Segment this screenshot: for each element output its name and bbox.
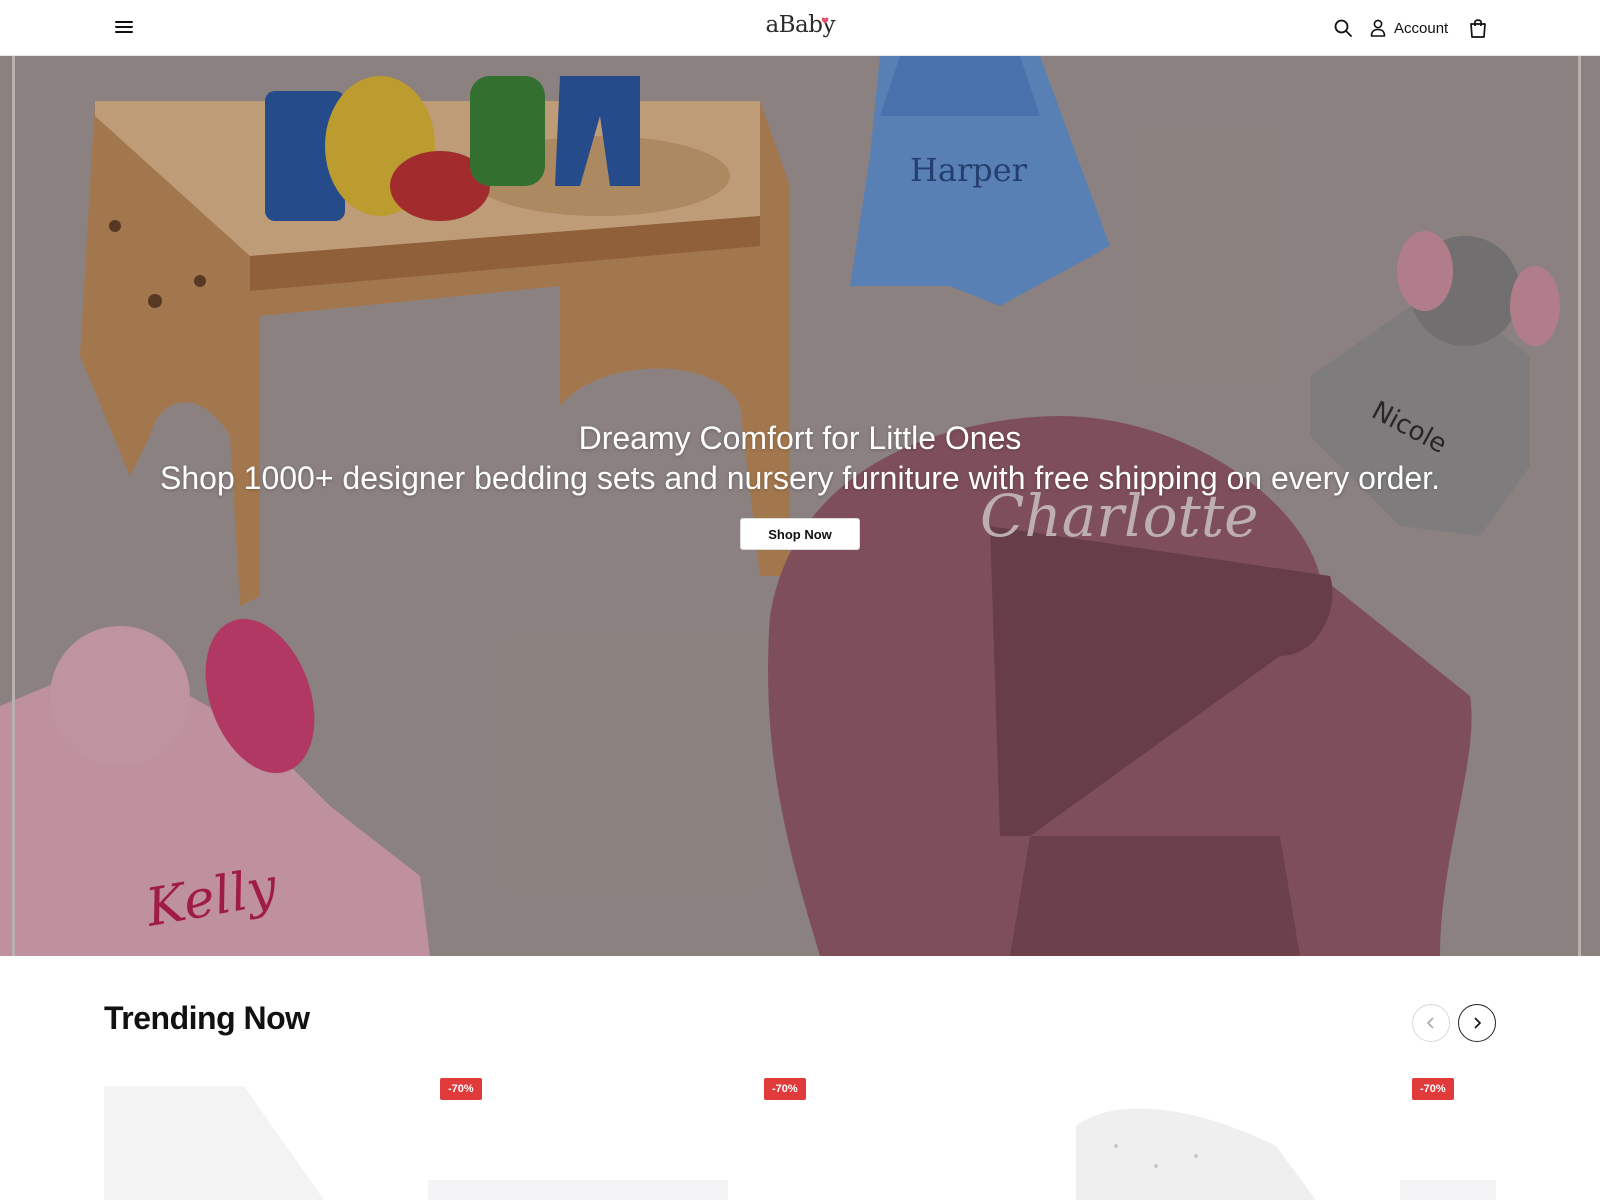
product-card[interactable]	[1076, 1066, 1376, 1200]
carousel-prev-button[interactable]	[1412, 1004, 1450, 1042]
account-link[interactable]: Account	[1370, 16, 1448, 40]
site-logo: aBaby♥	[0, 12, 1600, 38]
account-label: Account	[1394, 19, 1449, 37]
product-image	[1076, 1108, 1316, 1200]
product-card[interactable]	[104, 1066, 404, 1200]
chevron-right-icon	[1474, 1017, 1482, 1029]
product-card[interactable]: -70%	[752, 1066, 1052, 1200]
hero-title: Dreamy Comfort for Little Ones	[578, 420, 1022, 456]
shop-now-button[interactable]: Shop Now	[740, 518, 860, 550]
discount-badge: -70%	[764, 1078, 806, 1100]
discount-badge: -70%	[440, 1078, 482, 1100]
user-icon	[1370, 19, 1386, 37]
hero-border-left	[12, 56, 15, 956]
product-card[interactable]: -70%	[428, 1066, 728, 1200]
product-image	[104, 1086, 324, 1200]
hero-banner: Harper Nicole Charlotte Kelly Dreamy Com…	[0, 56, 1600, 956]
site-header: aBaby♥ Account	[0, 0, 1600, 56]
hero-content: Dreamy Comfort for Little Ones Shop 1000…	[140, 418, 1460, 550]
trending-heading: Trending Now	[104, 1000, 310, 1036]
discount-badge: -70%	[1412, 1078, 1454, 1100]
search-icon[interactable]	[1333, 18, 1353, 38]
product-card[interactable]: -70%	[1400, 1066, 1496, 1200]
hero-subtitle: Shop 1000+ designer bedding sets and nur…	[160, 460, 1440, 496]
logo-heart: ♥	[820, 17, 829, 27]
chevron-left-icon	[1426, 1017, 1434, 1029]
menu-icon[interactable]	[112, 18, 136, 38]
product-carousel: -70% -70% -70%	[104, 1066, 1496, 1200]
shopping-bag-icon[interactable]	[1468, 17, 1488, 39]
carousel-next-button[interactable]	[1458, 1004, 1496, 1042]
hero-border-right	[1578, 56, 1581, 956]
